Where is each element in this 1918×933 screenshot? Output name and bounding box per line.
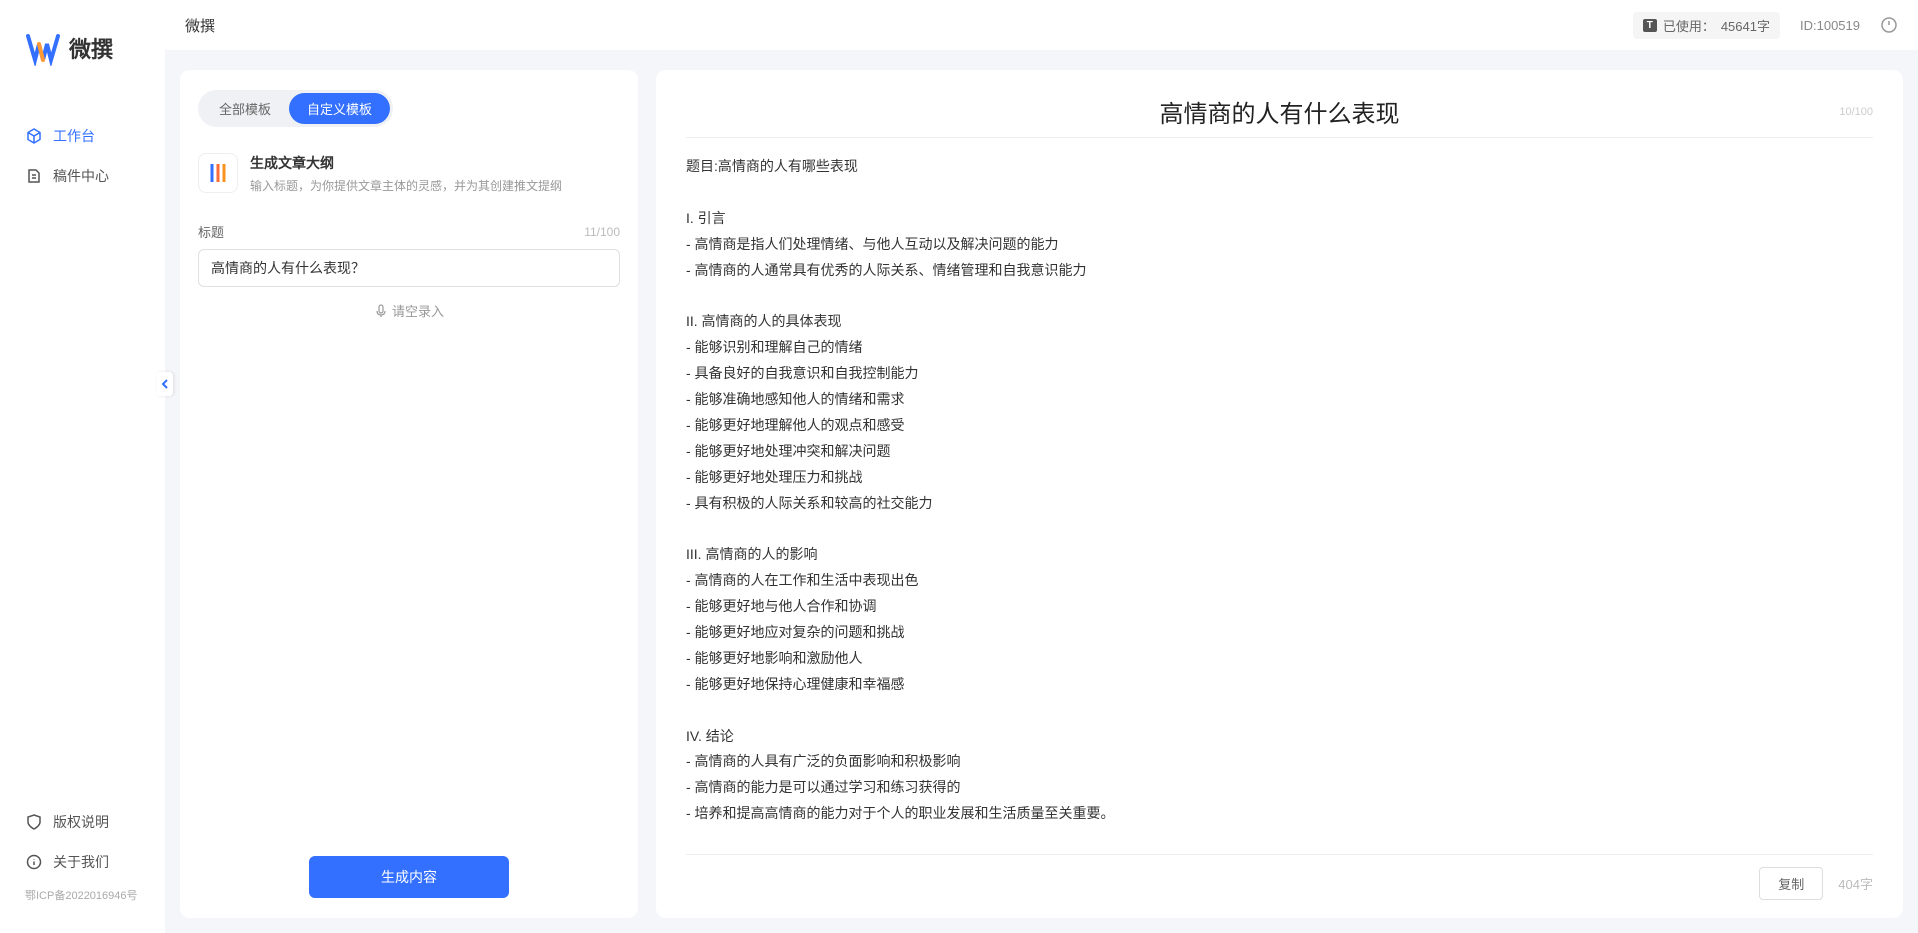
icp-text: 鄂ICP备2022016946号	[0, 882, 165, 913]
form-label: 标题	[198, 222, 224, 241]
nav-item-drafts[interactable]: 稿件中心	[0, 156, 165, 196]
logo-text: 微撰	[69, 32, 113, 64]
document-icon	[25, 167, 43, 185]
generate-button[interactable]: 生成内容	[309, 856, 509, 898]
header-right: T 已使用： 45641字 ID:100519	[1633, 12, 1898, 39]
content-footer: 复制 404字	[686, 854, 1873, 900]
sidebar: 微撰 工作台 稿件中心 版权说明 关于我们 鄂ICP备2	[0, 0, 165, 933]
template-info: 生成文章大纲 输入标题，为你提供文章主体的灵感，并为其创建推文提纲	[250, 153, 620, 194]
tab-custom-templates[interactable]: 自定义模板	[289, 93, 390, 124]
copy-button[interactable]: 复制	[1759, 867, 1823, 900]
sidebar-bottom: 版权说明 关于我们 鄂ICP备2022016946号	[0, 802, 165, 933]
template-title: 生成文章大纲	[250, 153, 620, 173]
content-title-row: 高情商的人有什么表现 10/100	[686, 94, 1873, 129]
footer-about[interactable]: 关于我们	[0, 842, 165, 882]
user-id: ID:100519	[1800, 18, 1860, 33]
logo: 微撰	[0, 0, 165, 96]
tab-all-templates[interactable]: 全部模板	[201, 93, 289, 124]
footer-link-label: 版权说明	[53, 812, 109, 832]
header: 微撰 T 已使用： 45641字 ID:100519	[165, 0, 1918, 50]
shield-icon	[25, 813, 43, 831]
cube-icon	[25, 127, 43, 145]
title-input[interactable]	[198, 249, 620, 287]
power-button[interactable]	[1880, 16, 1898, 34]
nav-item-workspace[interactable]: 工作台	[0, 116, 165, 156]
usage-badge[interactable]: T 已使用： 45641字	[1633, 12, 1780, 39]
nav-items: 工作台 稿件中心	[0, 96, 165, 802]
right-panel: 高情商的人有什么表现 10/100 题目:高情商的人有哪些表现 I. 引言 - …	[656, 70, 1903, 918]
nav-item-label: 稿件中心	[53, 166, 109, 186]
text-icon: T	[1643, 19, 1657, 32]
voice-input-label: 请空录入	[392, 301, 444, 320]
content-title-counter: 10/100	[1839, 106, 1873, 118]
template-icon	[198, 153, 238, 193]
sidebar-collapse-handle[interactable]	[157, 372, 173, 396]
footer-link-label: 关于我们	[53, 852, 109, 872]
content-title[interactable]: 高情商的人有什么表现	[686, 94, 1873, 129]
chevron-left-icon	[160, 378, 170, 390]
nav-item-label: 工作台	[53, 126, 95, 146]
divider	[686, 137, 1873, 138]
main: 全部模板 自定义模板 生成文章大纲 输入标题，为你提供文章主体的灵感，并为其创建…	[180, 70, 1903, 918]
power-icon	[1880, 16, 1898, 34]
form-section: 标题 11/100 请空录入	[198, 222, 620, 856]
left-panel: 全部模板 自定义模板 生成文章大纲 输入标题，为你提供文章主体的灵感，并为其创建…	[180, 70, 638, 918]
template-card[interactable]: 生成文章大纲 输入标题，为你提供文章主体的灵感，并为其创建推文提纲	[198, 145, 620, 202]
header-title: 微撰	[185, 15, 215, 36]
usage-value: 45641字	[1721, 16, 1770, 35]
footer-copyright[interactable]: 版权说明	[0, 802, 165, 842]
microphone-icon	[374, 304, 388, 318]
logo-icon	[25, 30, 61, 66]
form-label-row: 标题 11/100	[198, 222, 620, 241]
template-desc: 输入标题，为你提供文章主体的灵感，并为其创建推文提纲	[250, 177, 620, 194]
usage-label: 已使用：	[1663, 16, 1715, 35]
voice-input-button[interactable]: 请空录入	[198, 287, 620, 334]
content-body[interactable]: 题目:高情商的人有哪些表现 I. 引言 - 高情商是指人们处理情绪、与他人互动以…	[686, 154, 1873, 854]
tabs: 全部模板 自定义模板	[198, 90, 393, 127]
form-counter: 11/100	[584, 225, 620, 239]
info-icon	[25, 853, 43, 871]
word-count: 404字	[1838, 874, 1873, 893]
